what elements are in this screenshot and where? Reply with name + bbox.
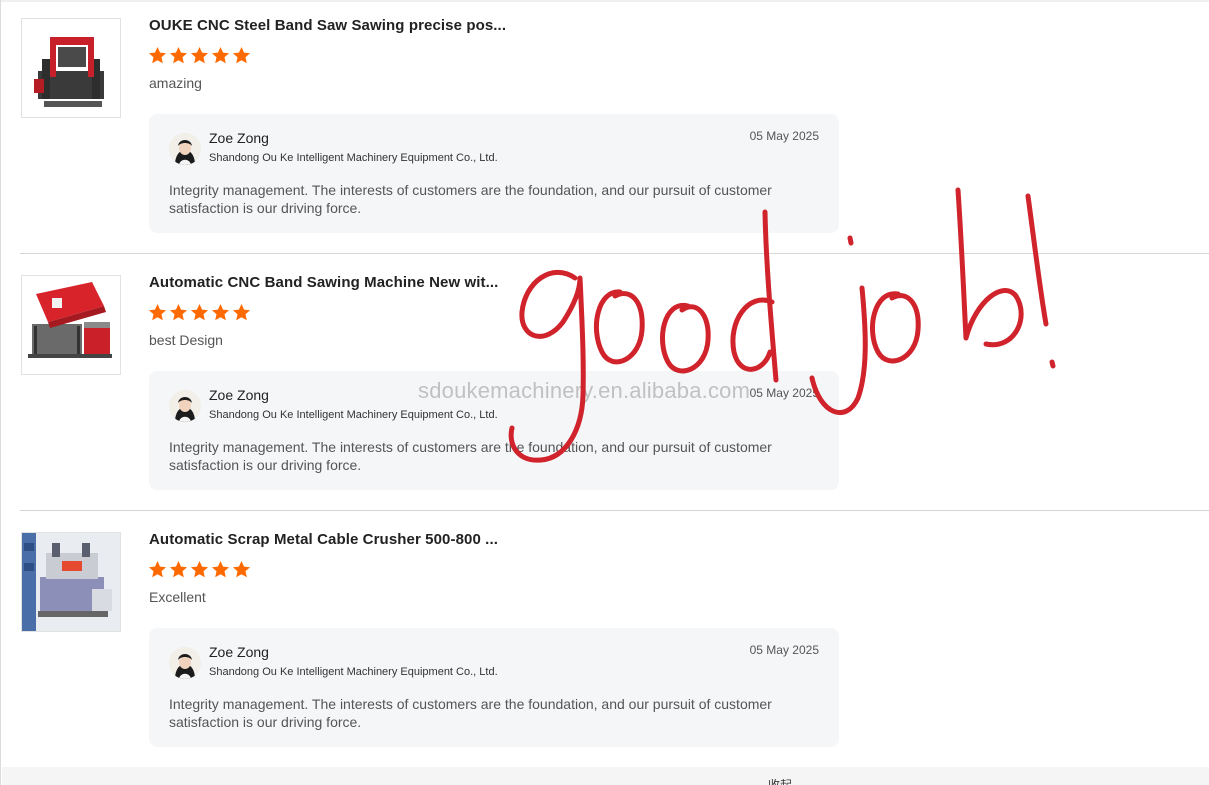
star-icon xyxy=(232,46,251,64)
star-icon xyxy=(148,303,167,321)
star-icon xyxy=(169,46,188,64)
divider xyxy=(20,253,1209,254)
product-title[interactable]: Automatic CNC Band Sawing Machine New wi… xyxy=(149,274,498,291)
supplier-reply: Zoe Zong Shandong Ou Ke Intelligent Mach… xyxy=(149,114,839,233)
star-rating xyxy=(148,560,251,579)
star-icon xyxy=(211,303,230,321)
reply-text: Integrity management. The interests of c… xyxy=(169,696,772,730)
reply-author-name: Zoe Zong xyxy=(209,644,269,660)
reply-company: Shandong Ou Ke Intelligent Machinery Equ… xyxy=(209,666,498,678)
avatar xyxy=(169,390,201,422)
supplier-reply: Zoe Zong Shandong Ou Ke Intelligent Mach… xyxy=(149,628,839,747)
reply-text: Integrity management. The interests of c… xyxy=(169,182,772,216)
review-comment: Excellent xyxy=(149,589,206,605)
star-icon xyxy=(211,46,230,64)
star-icon xyxy=(190,46,209,64)
product-title[interactable]: OUKE CNC Steel Band Saw Sawing precise p… xyxy=(149,17,506,34)
star-icon xyxy=(190,303,209,321)
product-thumbnail[interactable] xyxy=(21,18,121,118)
reply-date: 05 May 2025 xyxy=(749,386,819,400)
reply-author-name: Zoe Zong xyxy=(209,130,269,146)
reply-date: 05 May 2025 xyxy=(749,129,819,143)
star-icon xyxy=(148,46,167,64)
product-thumbnail[interactable] xyxy=(21,275,121,375)
avatar xyxy=(169,133,201,165)
watermark: sdoukemachinery.en.alibaba.com xyxy=(418,378,751,403)
footer-bar xyxy=(2,767,1209,785)
star-icon xyxy=(148,560,167,578)
review-item: OUKE CNC Steel Band Saw Sawing precise p… xyxy=(0,0,1209,257)
chevron-up-icon[interactable] xyxy=(804,780,812,785)
review-comment: amazing xyxy=(149,75,202,91)
star-icon xyxy=(190,560,209,578)
product-thumbnail[interactable] xyxy=(21,532,121,632)
star-rating xyxy=(148,303,251,322)
reply-author-name: Zoe Zong xyxy=(209,387,269,403)
product-title[interactable]: Automatic Scrap Metal Cable Crusher 500-… xyxy=(149,531,498,548)
star-rating xyxy=(148,46,251,65)
star-icon xyxy=(169,560,188,578)
collapse-button[interactable]: 收起 xyxy=(768,779,792,785)
divider xyxy=(20,510,1209,511)
avatar xyxy=(169,647,201,679)
star-icon xyxy=(169,303,188,321)
reply-company: Shandong Ou Ke Intelligent Machinery Equ… xyxy=(209,409,498,421)
review-item: Automatic Scrap Metal Cable Crusher 500-… xyxy=(0,514,1209,771)
star-icon xyxy=(232,303,251,321)
reply-text: Integrity management. The interests of c… xyxy=(169,439,772,473)
reply-company: Shandong Ou Ke Intelligent Machinery Equ… xyxy=(209,152,498,164)
star-icon xyxy=(211,560,230,578)
review-comment: best Design xyxy=(149,332,223,348)
reply-date: 05 May 2025 xyxy=(749,643,819,657)
star-icon xyxy=(232,560,251,578)
